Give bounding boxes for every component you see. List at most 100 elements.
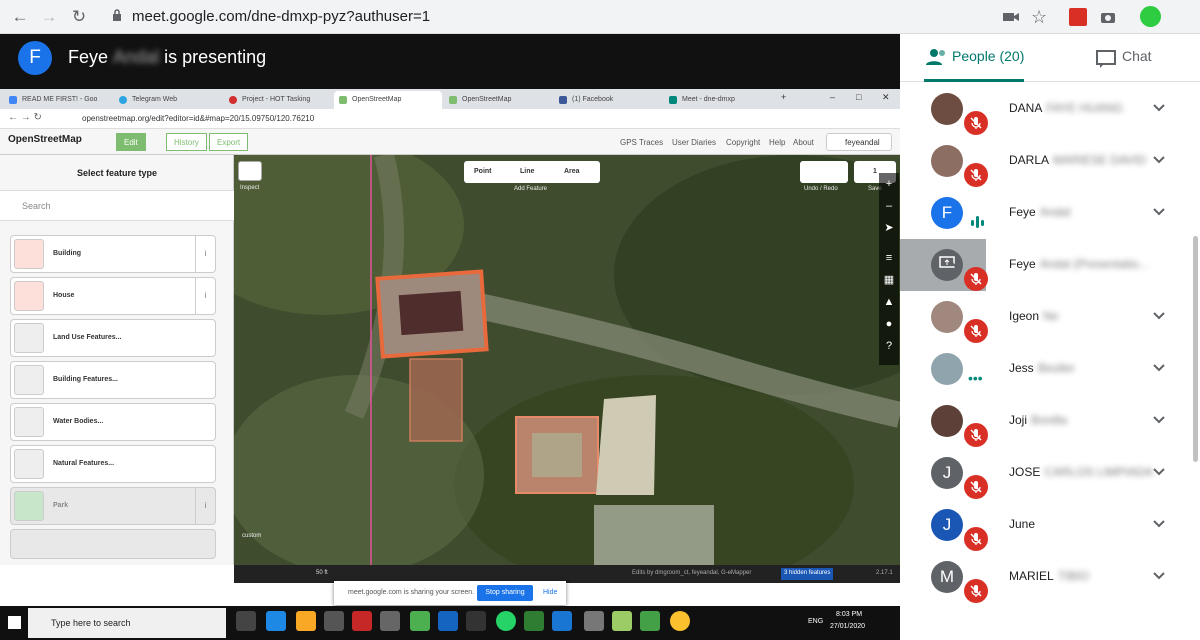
participant-row[interactable]: J JOSE CARLOS LIMPIADA <box>900 447 1190 499</box>
chevron-down-icon[interactable] <box>1152 517 1166 531</box>
undo-redo-group[interactable] <box>800 161 848 183</box>
zoom-in-icon[interactable]: + <box>879 173 899 195</box>
participant-row[interactable]: ••• Jess Beuller <box>900 343 1190 395</box>
edge-icon[interactable] <box>266 611 286 631</box>
preset-building[interactable]: Building i <box>10 235 216 273</box>
participant-row[interactable]: DANA FAYE HUANG <box>900 83 1190 135</box>
language-indicator[interactable]: ENG <box>808 618 823 625</box>
preset-land-use[interactable]: Land Use Features... <box>10 319 216 357</box>
shared-address-bar[interactable]: ← → ↻ openstreetmap.org/edit?editor=id&#… <box>0 109 900 129</box>
osm-link-about[interactable]: About <box>793 138 814 147</box>
camera-icon[interactable] <box>1002 8 1020 26</box>
shared-tab[interactable]: OpenStreetMap <box>444 91 552 109</box>
windows-start-icon[interactable] <box>8 616 21 629</box>
chevron-down-icon[interactable] <box>1152 101 1166 115</box>
map-data-icon[interactable]: ▦ <box>879 269 899 291</box>
excel-icon[interactable] <box>524 611 544 631</box>
settings-icon[interactable] <box>584 611 604 631</box>
info-icon[interactable]: i <box>195 488 215 524</box>
chevron-down-icon[interactable] <box>948 257 962 271</box>
preset-house[interactable]: House i <box>10 277 216 315</box>
preset-building-features[interactable]: Building Features... <box>10 361 216 399</box>
shared-tab[interactable]: READ ME FIRST! - Goo <box>4 91 112 109</box>
osm-export-button[interactable]: Export <box>209 133 249 151</box>
shared-tab-active[interactable]: OpenStreetMap <box>334 91 442 109</box>
chevron-down-icon[interactable] <box>1152 413 1166 427</box>
help-icon[interactable]: ? <box>879 335 899 357</box>
screenshot-icon[interactable] <box>1099 8 1117 26</box>
osm-edit-button[interactable]: Edit <box>116 133 146 151</box>
office-icon[interactable] <box>352 611 372 631</box>
osm-user-menu[interactable]: feyeandal <box>826 133 892 151</box>
back-button[interactable]: ← <box>9 6 31 28</box>
chevron-down-icon[interactable] <box>1152 569 1166 583</box>
osm-link-diaries[interactable]: User Diaries <box>672 138 716 147</box>
point-button[interactable]: Point <box>474 168 492 175</box>
line-button[interactable]: Line <box>520 168 534 175</box>
osm-link-gps[interactable]: GPS Traces <box>620 138 663 147</box>
pdf-extension-icon[interactable] <box>1069 8 1087 26</box>
stop-sharing-button[interactable]: Stop sharing <box>477 585 533 601</box>
participant-row[interactable]: DARLA MARIESE DAVID <box>900 135 1190 187</box>
word-icon[interactable] <box>552 611 572 631</box>
info-icon[interactable]: i <box>195 278 215 314</box>
chevron-down-icon[interactable] <box>1152 465 1166 479</box>
satellite-map[interactable]: Inspect Point Line Area Add Feature Undo… <box>234 155 900 565</box>
osm-link-copyright[interactable]: Copyright <box>726 138 760 147</box>
whatsapp-icon[interactable] <box>496 611 516 631</box>
task-view-icon[interactable] <box>236 611 256 631</box>
hidden-features-badge[interactable]: 3 hidden features <box>781 568 834 580</box>
shared-tab[interactable]: Telegram Web <box>114 91 222 109</box>
preset-park[interactable]: Park i <box>10 487 216 525</box>
address-bar[interactable]: meet.google.com/dne-dmxp-pyz?authuser=1 <box>104 4 1064 30</box>
terminal-icon[interactable] <box>466 611 486 631</box>
tab-people[interactable]: People (20) <box>952 48 1024 64</box>
preferences-icon[interactable]: ● <box>879 313 899 335</box>
profile-avatar[interactable] <box>1140 6 1161 27</box>
new-tab-icon[interactable]: + <box>781 92 786 102</box>
preset-partial[interactable] <box>10 529 216 559</box>
mail-icon[interactable] <box>380 611 400 631</box>
vscode-icon[interactable] <box>438 611 458 631</box>
close-window-icon[interactable]: ✕ <box>882 92 890 103</box>
feature-search-input[interactable]: Search <box>0 191 234 221</box>
qgis-icon[interactable] <box>612 611 632 631</box>
minimize-icon[interactable]: – <box>830 92 835 102</box>
maximize-icon[interactable]: □ <box>856 92 861 102</box>
store-icon[interactable] <box>324 611 344 631</box>
star-icon[interactable]: ☆ <box>1031 8 1049 26</box>
chevron-down-icon[interactable] <box>1152 309 1166 323</box>
participant-row[interactable]: M MARIEL TIBIO <box>900 551 1190 603</box>
app-icon[interactable] <box>640 611 660 631</box>
chrome-canary-icon[interactable] <box>670 611 690 631</box>
panel-scrollbar[interactable] <box>1193 236 1198 462</box>
shared-tab[interactable]: (1) Facebook <box>554 91 662 109</box>
participant-row[interactable]: F Feye Andal <box>900 187 1190 239</box>
taskbar-search[interactable]: Type here to search <box>28 608 226 638</box>
info-icon[interactable]: i <box>195 236 215 272</box>
forward-button[interactable]: → <box>38 6 60 28</box>
shared-tab[interactable]: Meet - dne-dmxp <box>664 91 772 109</box>
file-explorer-icon[interactable] <box>296 611 316 631</box>
layers-icon[interactable]: ≡ <box>879 247 899 269</box>
inspect-button[interactable] <box>238 161 262 181</box>
tab-chat[interactable]: Chat <box>1122 48 1152 64</box>
participant-row[interactable]: Feye Andal (Presentatio... <box>900 239 1148 291</box>
preset-natural-features[interactable]: Natural Features... <box>10 445 216 483</box>
participant-row[interactable]: Igeon Ne <box>900 291 1190 343</box>
locate-icon[interactable]: ➤ <box>879 217 899 239</box>
hide-button[interactable]: Hide <box>543 589 557 596</box>
issues-icon[interactable]: ▲ <box>879 291 899 313</box>
osm-link-help[interactable]: Help <box>769 138 785 147</box>
participant-row[interactable]: Joji Bonilla <box>900 395 1190 447</box>
area-button[interactable]: Area <box>564 168 580 175</box>
preset-water-bodies[interactable]: Water Bodies... <box>10 403 216 441</box>
shared-tab[interactable]: Project - HOT Tasking <box>224 91 332 109</box>
zoom-out-icon[interactable]: – <box>879 195 899 217</box>
chrome-icon[interactable] <box>410 611 430 631</box>
participant-row[interactable]: J June <box>900 499 1190 551</box>
reload-button[interactable]: ↻ <box>68 6 90 28</box>
osm-history-button[interactable]: History <box>166 133 207 151</box>
chevron-down-icon[interactable] <box>1152 361 1166 375</box>
chevron-down-icon[interactable] <box>1152 205 1166 219</box>
